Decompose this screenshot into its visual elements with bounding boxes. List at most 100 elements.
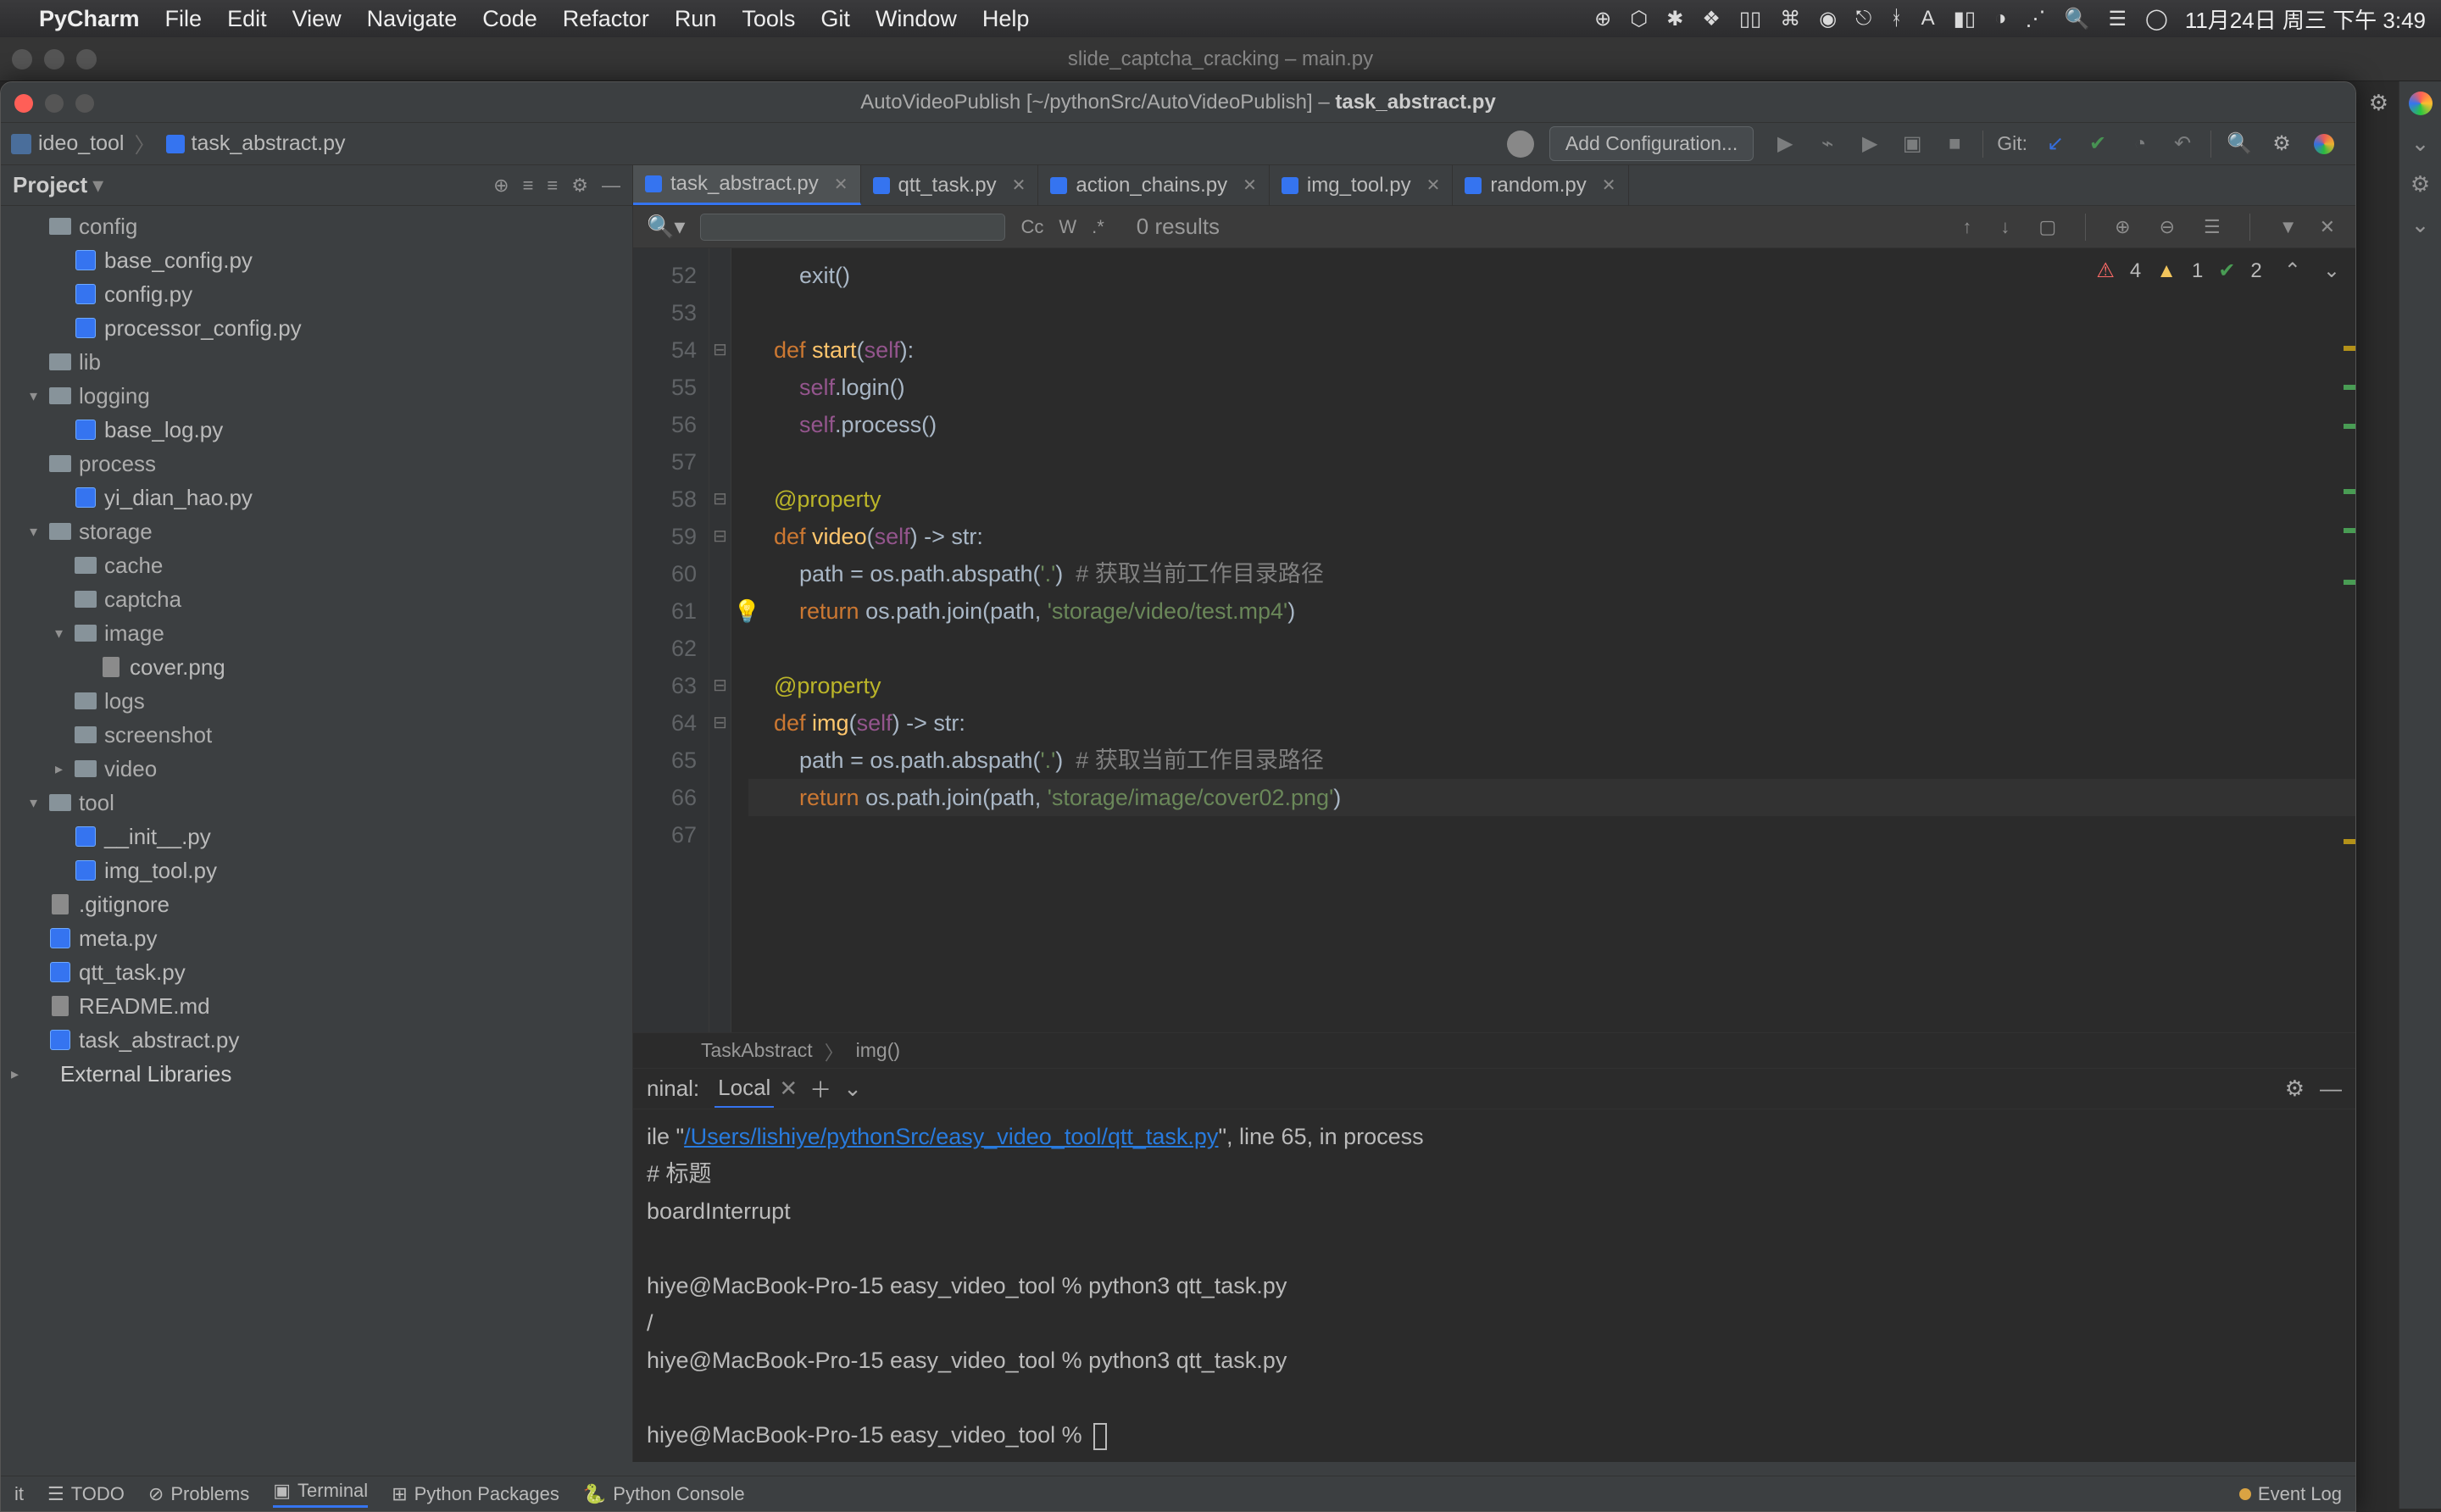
close-tab-icon[interactable]: ✕ <box>1602 175 1616 196</box>
menu-view[interactable]: View <box>292 6 342 32</box>
debug-icon[interactable]: ⌁ <box>1815 131 1840 157</box>
minimize-icon[interactable] <box>45 94 64 113</box>
search-everywhere-icon[interactable]: 🔍 <box>2227 131 2252 157</box>
menu-git[interactable]: Git <box>820 6 850 32</box>
tree-file[interactable]: .gitignore <box>1 887 632 921</box>
gear-icon[interactable]: ⚙ <box>2369 90 2388 116</box>
tree-folder[interactable]: config <box>1 209 632 243</box>
breadcrumb[interactable]: ideo_tool 〉 task_abstract.py <box>11 129 346 159</box>
code-lines[interactable]: exit() def start(self): self.login() sel… <box>731 248 2355 1032</box>
terminal-tab-local[interactable]: Local <box>715 1070 774 1108</box>
history-icon[interactable]: ◔ <box>2127 131 2153 157</box>
tree-pyfile[interactable]: base_log.py <box>1 413 632 447</box>
tool-git[interactable]: it <box>14 1483 24 1505</box>
editor-tab[interactable]: action_chains.py✕ <box>1038 165 1270 205</box>
editor-tab[interactable]: random.py✕ <box>1453 165 1628 205</box>
breadcrumb-folder[interactable]: ideo_tool <box>38 131 124 156</box>
menu-refactor[interactable]: Refactor <box>563 6 649 32</box>
tray-icon[interactable]: ⌘ <box>1780 7 1800 31</box>
collapse-all-icon[interactable]: ≡ <box>547 175 558 197</box>
battery-icon[interactable]: ▮▯ <box>1954 7 1976 31</box>
fold-gutter[interactable]: ⊟⊟⊟⊟⊟ <box>709 248 731 1032</box>
close-icon[interactable] <box>14 94 33 113</box>
add-selection-icon[interactable]: ⊕ <box>2115 216 2130 238</box>
zoom-icon[interactable] <box>75 94 94 113</box>
gear-icon[interactable]: ⚙ <box>2408 171 2433 197</box>
terminal-output[interactable]: ile "/Users/lishiye/pythonSrc/easy_video… <box>633 1109 2355 1462</box>
project-title[interactable]: Project <box>13 172 87 198</box>
tree-pyfile[interactable]: qtt_task.py <box>1 955 632 989</box>
tree-folder[interactable]: ▸video <box>1 752 632 786</box>
error-stripe[interactable] <box>2342 333 2355 981</box>
chevron-down-icon[interactable]: ⌄ <box>843 1076 862 1102</box>
input-icon[interactable]: A <box>1921 7 1935 31</box>
rollback-icon[interactable]: ↶ <box>2170 131 2195 157</box>
select-all-icon[interactable]: ▢ <box>2038 216 2056 238</box>
close-tab-icon[interactable]: ✕ <box>1012 175 1026 196</box>
tree-folder[interactable]: captcha <box>1 582 632 616</box>
coverage-icon[interactable]: ▶ <box>1857 131 1882 157</box>
tree-pyfile[interactable]: base_config.py <box>1 243 632 277</box>
editor-tab[interactable]: task_abstract.py✕ <box>633 165 861 205</box>
gear-icon[interactable]: ⚙ <box>2285 1076 2305 1102</box>
menu-help[interactable]: Help <box>982 6 1030 32</box>
match-case-icon[interactable]: Cc <box>1020 216 1043 238</box>
bluetooth-icon[interactable]: ᚼ <box>1890 7 1902 31</box>
tree-file[interactable]: README.md <box>1 989 632 1023</box>
tree-folder[interactable]: lib <box>1 345 632 379</box>
close-icon[interactable]: ✕ <box>2320 216 2335 238</box>
select-all-occurrences-icon[interactable]: ☰ <box>2204 216 2221 238</box>
menubar-clock[interactable]: 11月24日 周三 下午 3:49 <box>2185 3 2426 35</box>
chevron-down-icon[interactable]: ⌄ <box>2408 212 2433 237</box>
control-center-icon[interactable]: ☰ <box>2108 7 2127 31</box>
avatar-icon[interactable] <box>1507 131 1534 158</box>
tree-folder[interactable]: ▾image <box>1 616 632 650</box>
tree-folder[interactable]: process <box>1 447 632 481</box>
close-tab-icon[interactable]: ✕ <box>1243 175 1257 196</box>
tree-pyfile[interactable]: task_abstract.py <box>1 1023 632 1057</box>
expand-all-icon[interactable]: ≡ <box>523 175 534 197</box>
wifi-icon[interactable]: ⋰ <box>2026 7 2046 31</box>
tree-folder[interactable]: logs <box>1 684 632 718</box>
tree-pyfile[interactable]: config.py <box>1 277 632 311</box>
tray-icon[interactable]: ✱ <box>1666 7 1683 31</box>
tree-pyfile[interactable]: __init__.py <box>1 820 632 853</box>
chevron-down-icon[interactable]: ⌄ <box>2408 131 2433 156</box>
regex-icon[interactable]: .* <box>1092 216 1104 238</box>
menubar-app[interactable]: PyCharm <box>39 6 140 32</box>
tree-file[interactable]: cover.png <box>1 650 632 684</box>
tool-todo[interactable]: ☰ TODO <box>47 1483 125 1505</box>
tree-pyfile[interactable]: meta.py <box>1 921 632 955</box>
code-editor[interactable]: 52535455565758596061626364656667 ⊟⊟⊟⊟⊟ 💡… <box>633 248 2355 1032</box>
tool-problems[interactable]: ⊘ Problems <box>148 1483 249 1505</box>
menu-code[interactable]: Code <box>482 6 537 32</box>
filter-icon[interactable]: ▼ <box>2279 216 2298 238</box>
traffic-lights[interactable] <box>14 94 94 113</box>
event-log[interactable]: Event Log <box>2239 1483 2342 1505</box>
new-session-icon[interactable]: ＋ <box>809 1073 831 1104</box>
ide-logo-icon[interactable] <box>2311 131 2337 157</box>
menu-window[interactable]: Window <box>876 6 957 32</box>
commit-icon[interactable]: ✔ <box>2085 131 2110 157</box>
tray-icon[interactable]: ⬡ <box>1630 7 1648 31</box>
close-tab-icon[interactable]: ✕ <box>834 174 848 195</box>
search-icon[interactable]: 🔍 <box>2065 7 2090 31</box>
tool-terminal[interactable]: ▣ Terminal <box>273 1480 368 1508</box>
tray-icon[interactable]: ❖ <box>1702 7 1721 31</box>
gear-icon[interactable]: ⚙ <box>571 175 588 197</box>
select-opened-file-icon[interactable]: ⊕ <box>493 175 509 197</box>
hide-icon[interactable]: — <box>2320 1076 2342 1102</box>
tray-icon[interactable]: ▯▯ <box>1739 7 1761 31</box>
words-icon[interactable]: W <box>1059 216 1076 238</box>
tree-pyfile[interactable]: processor_config.py <box>1 311 632 345</box>
tray-icon[interactable]: ⎋ <box>1855 7 1871 31</box>
tree-folder[interactable]: ▾tool <box>1 786 632 820</box>
editor-breadcrumbs[interactable]: TaskAbstract 〉 img() <box>633 1032 2355 1068</box>
editor-tab[interactable]: img_tool.py✕ <box>1270 165 1454 205</box>
next-match-icon[interactable]: ↓ <box>2000 216 2010 238</box>
find-input[interactable] <box>700 214 1005 241</box>
run-icon[interactable]: ▶ <box>1772 131 1798 157</box>
menu-navigate[interactable]: Navigate <box>367 6 458 32</box>
tray-icon[interactable]: ◑ <box>1994 7 2007 31</box>
tree-folder[interactable]: ▾storage <box>1 514 632 548</box>
